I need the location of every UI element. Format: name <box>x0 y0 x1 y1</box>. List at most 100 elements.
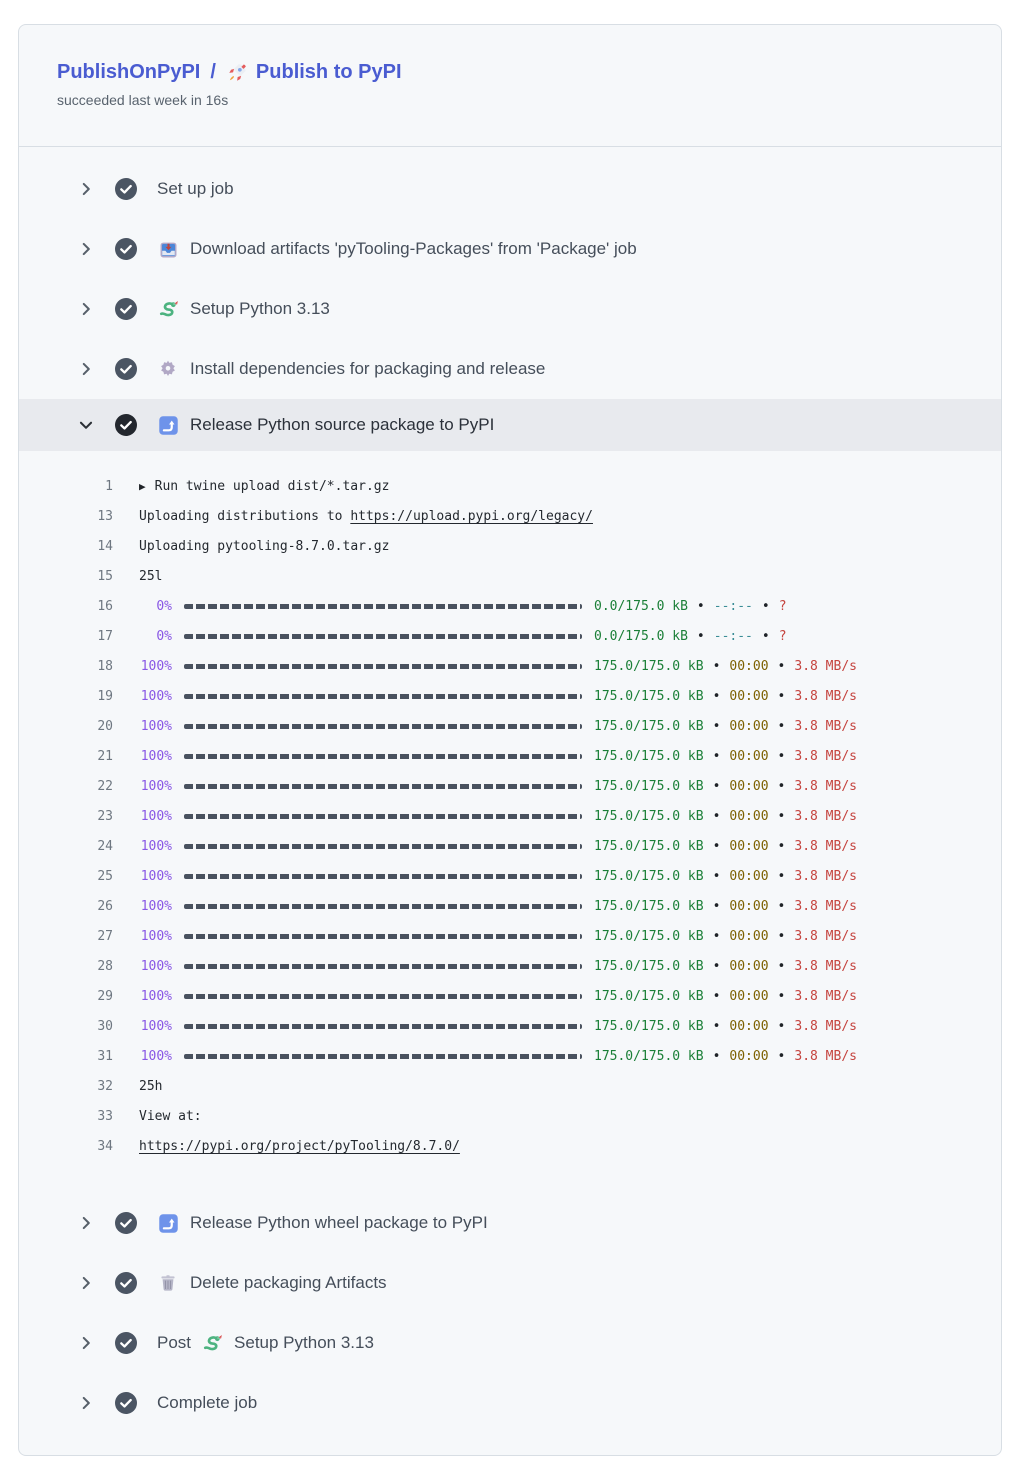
command-toggle-icon[interactable]: ▶ <box>139 480 146 493</box>
progress-time: 00:00 <box>729 749 768 764</box>
chevron-right-icon[interactable] <box>77 360 95 378</box>
log-link[interactable]: https://pypi.org/project/pyTooling/8.7.0… <box>139 1139 460 1154</box>
chevron-right-icon[interactable] <box>77 1394 95 1412</box>
progress-time: 00:00 <box>729 869 768 884</box>
progress-bar <box>184 724 582 729</box>
log-line-number[interactable]: 22 <box>19 779 113 794</box>
chevron-right-icon[interactable] <box>77 180 95 198</box>
log-line-number[interactable]: 33 <box>19 1109 113 1124</box>
step-row[interactable]: Complete job <box>19 1373 1001 1433</box>
progress-speed: ? <box>779 599 787 614</box>
progress-size: 175.0/175.0 kB <box>594 1049 704 1064</box>
log-row: 1 ▶ Run twine upload dist/*.tar.gz <box>19 471 1001 501</box>
log-line-content: 100%175.0/175.0 kB•00:00•3.8 MB/s <box>139 689 857 704</box>
separator-bullet: • <box>713 779 721 794</box>
progress-percent: 100% <box>139 929 172 944</box>
step-row[interactable]: Setup Python 3.13 <box>19 279 1001 339</box>
log-line-number[interactable]: 25 <box>19 869 113 884</box>
chevron-down-icon[interactable] <box>77 416 95 434</box>
log-line-number[interactable]: 31 <box>19 1049 113 1064</box>
separator-bullet: • <box>713 989 721 1004</box>
log-line-number[interactable]: 26 <box>19 899 113 914</box>
snake-icon <box>201 1332 223 1354</box>
log-row: 19 100%175.0/175.0 kB•00:00•3.8 MB/s <box>19 681 1001 711</box>
progress-time: 00:00 <box>729 779 768 794</box>
chevron-right-icon[interactable] <box>77 1214 95 1232</box>
log-line-content: 100%175.0/175.0 kB•00:00•3.8 MB/s <box>139 869 857 884</box>
progress-speed: 3.8 MB/s <box>794 899 857 914</box>
log-line-number[interactable]: 18 <box>19 659 113 674</box>
separator-bullet: • <box>778 659 786 674</box>
log-line-number[interactable]: 28 <box>19 959 113 974</box>
log-line-number[interactable]: 29 <box>19 989 113 1004</box>
step-row[interactable]: Delete packaging Artifacts <box>19 1253 1001 1313</box>
log-line-number[interactable]: 1 <box>19 479 113 494</box>
progress-percent: 100% <box>139 1019 172 1034</box>
step-row[interactable]: Release Python wheel package to PyPI <box>19 1193 1001 1253</box>
progress-time: 00:00 <box>729 659 768 674</box>
log-line-number[interactable]: 30 <box>19 1019 113 1034</box>
progress-percent: 100% <box>139 989 172 1004</box>
chevron-right-icon[interactable] <box>77 300 95 318</box>
step-label: Setup Python 3.13 <box>234 1333 374 1353</box>
log-line-number[interactable]: 27 <box>19 929 113 944</box>
progress-size: 175.0/175.0 kB <box>594 779 704 794</box>
step-row[interactable]: Set up job <box>19 159 1001 219</box>
log-line-number[interactable]: 15 <box>19 569 113 584</box>
progress-bar <box>184 604 582 609</box>
progress-percent: 100% <box>139 809 172 824</box>
progress-percent: 100% <box>139 839 172 854</box>
log-line-content: 100%175.0/175.0 kB•00:00•3.8 MB/s <box>139 899 857 914</box>
step-row[interactable]: Install dependencies for packaging and r… <box>19 339 1001 399</box>
chevron-right-icon[interactable] <box>77 1334 95 1352</box>
progress-bar <box>184 874 582 879</box>
progress-percent: 0% <box>139 629 172 644</box>
log-line-number[interactable]: 20 <box>19 719 113 734</box>
check-circle-icon <box>115 1272 137 1294</box>
progress-time: 00:00 <box>729 839 768 854</box>
log-line-number[interactable]: 21 <box>19 749 113 764</box>
log-line-content: Uploading distributions to https://uploa… <box>139 509 593 524</box>
separator-bullet: • <box>778 929 786 944</box>
log-row: 25 100%175.0/175.0 kB•00:00•3.8 MB/s <box>19 861 1001 891</box>
check-circle-icon <box>115 1212 137 1234</box>
separator-bullet: • <box>762 629 770 644</box>
log-line-content: 25h <box>139 1079 162 1094</box>
progress-bar <box>184 844 582 849</box>
log-line-number[interactable]: 23 <box>19 809 113 824</box>
log-command-text: Run twine upload dist/*.tar.gz <box>155 479 390 494</box>
log-row: 1525l <box>19 561 1001 591</box>
step-row-expanded[interactable]: Release Python source package to PyPI <box>19 399 1001 451</box>
log-row: 29100%175.0/175.0 kB•00:00•3.8 MB/s <box>19 981 1001 1011</box>
log-line-number[interactable]: 17 <box>19 629 113 644</box>
log-link[interactable]: https://upload.pypi.org/legacy/ <box>350 509 593 524</box>
log-line-number[interactable]: 19 <box>19 689 113 704</box>
step-row[interactable]: Download artifacts 'pyTooling-Packages' … <box>19 219 1001 279</box>
progress-speed: 3.8 MB/s <box>794 1019 857 1034</box>
step-row[interactable]: PostSetup Python 3.13 <box>19 1313 1001 1373</box>
wastebasket-icon <box>157 1272 179 1294</box>
chevron-right-icon[interactable] <box>77 1274 95 1292</box>
separator-bullet: • <box>713 749 721 764</box>
log-line-content: ▶ Run twine upload dist/*.tar.gz <box>139 479 389 494</box>
progress-size: 175.0/175.0 kB <box>594 689 704 704</box>
progress-percent: 100% <box>139 1049 172 1064</box>
log-line-number[interactable]: 34 <box>19 1139 113 1154</box>
chevron-right-icon[interactable] <box>77 240 95 258</box>
progress-time: 00:00 <box>729 929 768 944</box>
progress-speed: ? <box>779 629 787 644</box>
log-line-number[interactable]: 13 <box>19 509 113 524</box>
workflow-name[interactable]: PublishOnPyPI <box>57 61 200 84</box>
log-line-number[interactable]: 14 <box>19 539 113 554</box>
progress-bar <box>184 814 582 819</box>
log-line-number[interactable]: 32 <box>19 1079 113 1094</box>
progress-time: 00:00 <box>729 1019 768 1034</box>
log-line-number[interactable]: 16 <box>19 599 113 614</box>
log-line-number[interactable]: 24 <box>19 839 113 854</box>
separator-bullet: • <box>778 719 786 734</box>
separator-bullet: • <box>697 599 705 614</box>
separator-bullet: • <box>778 749 786 764</box>
log-line-content: 100%175.0/175.0 kB•00:00•3.8 MB/s <box>139 839 857 854</box>
progress-percent: 100% <box>139 749 172 764</box>
progress-percent: 100% <box>139 779 172 794</box>
